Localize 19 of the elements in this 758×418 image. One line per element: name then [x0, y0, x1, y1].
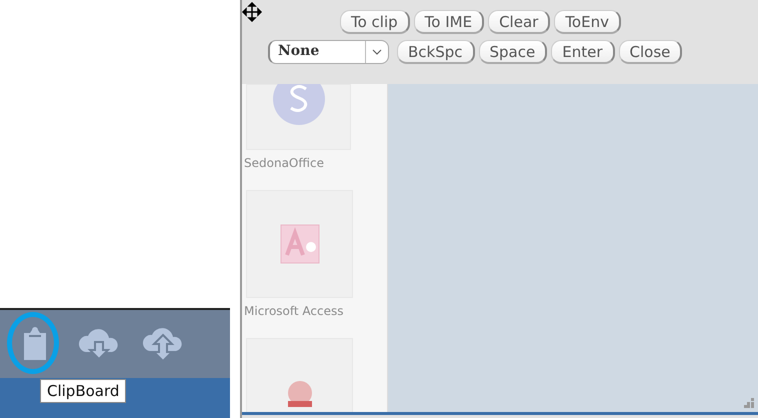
- key-button[interactable]: To IME: [414, 10, 484, 34]
- tooltip: ClipBoard: [40, 379, 126, 403]
- clipboard-icon[interactable]: [22, 327, 48, 361]
- key-button[interactable]: Close: [618, 40, 682, 64]
- key-button[interactable]: To clip: [340, 10, 410, 34]
- move-icon[interactable]: [242, 2, 262, 22]
- resize-grip-icon[interactable]: [744, 398, 754, 408]
- letter-s-logo-icon: [272, 84, 326, 127]
- dropdown[interactable]: None: [268, 40, 389, 64]
- chevron-down-icon: [372, 49, 382, 55]
- key-button[interactable]: BckSpc: [397, 40, 475, 64]
- key-button[interactable]: Enter: [551, 40, 614, 64]
- key-button[interactable]: Clear: [488, 10, 550, 34]
- app-tile[interactable]: [246, 84, 351, 150]
- key-button[interactable]: ToEnv: [554, 10, 621, 34]
- app-tile[interactable]: [246, 190, 353, 298]
- app-label: Microsoft Access: [244, 303, 345, 320]
- key-button[interactable]: Space: [478, 40, 548, 64]
- app-label: SedonaOffice: [244, 155, 325, 172]
